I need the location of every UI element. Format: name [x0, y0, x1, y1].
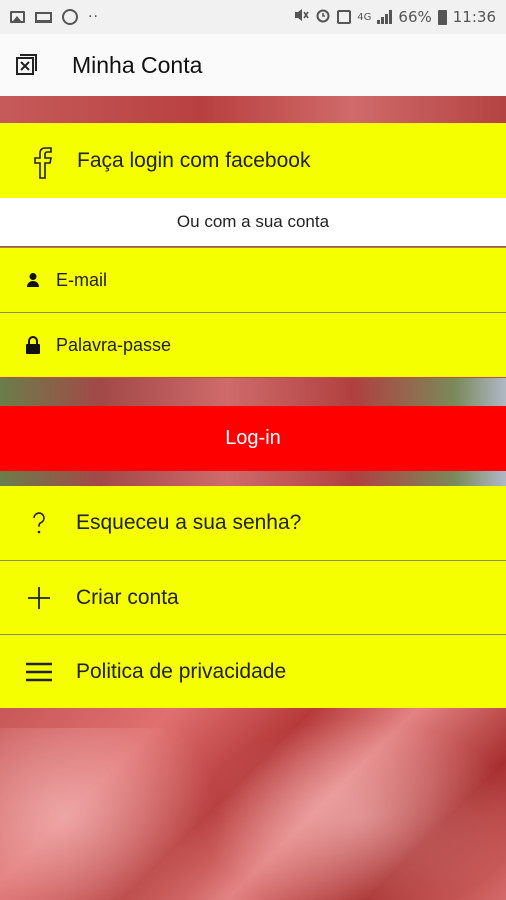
more-dots-icon: ··	[88, 9, 99, 25]
lock-icon	[24, 335, 42, 355]
create-account-label: Criar conta	[76, 585, 179, 609]
status-right-icons: 4G 66% 11:36	[293, 7, 496, 27]
create-account-item[interactable]: Criar conta	[0, 560, 506, 634]
page-title: Minha Conta	[72, 51, 203, 78]
clock: 11:36	[452, 8, 496, 26]
facebook-icon	[27, 141, 55, 181]
alarm-icon	[315, 7, 331, 27]
background-image-top	[0, 96, 506, 123]
account-circle-icon	[62, 9, 78, 25]
privacy-policy-label: Politica de privacidade	[76, 659, 287, 683]
status-left-icons: ··	[10, 9, 99, 25]
image-icon	[10, 11, 25, 23]
email-field-row	[0, 247, 506, 312]
password-field[interactable]	[56, 334, 456, 356]
person-icon	[24, 270, 42, 290]
privacy-policy-item[interactable]: Politica de privacidade	[0, 634, 506, 708]
signal-icon	[377, 10, 393, 24]
question-icon	[24, 508, 54, 538]
battery-icon	[437, 9, 447, 25]
login-button[interactable]: Log-in	[0, 406, 506, 471]
forgot-password-label: Esqueceu a sua senha?	[76, 511, 302, 534]
status-bar: ·· 4G 66% 11:36	[0, 0, 506, 34]
app-bar: Minha Conta	[0, 34, 506, 96]
network-type-label: 4G	[357, 11, 372, 23]
forgot-password-item[interactable]: Esqueceu a sua senha?	[0, 486, 506, 560]
facebook-login-label: Faça login com facebook	[77, 148, 311, 172]
background-image-bottom	[0, 708, 506, 900]
battery-percent: 66%	[398, 8, 432, 26]
mute-icon	[293, 7, 309, 27]
menu-lines-icon	[24, 657, 54, 687]
laptop-icon	[35, 11, 52, 23]
password-field-row	[0, 312, 506, 377]
nfc-icon	[337, 10, 352, 24]
plus-icon	[24, 583, 54, 613]
divider-text: Ou com a sua conta	[0, 198, 506, 246]
close-window-icon[interactable]	[14, 53, 38, 77]
facebook-login-button[interactable]: Faça login com facebook	[0, 123, 506, 198]
email-field[interactable]	[56, 269, 456, 291]
